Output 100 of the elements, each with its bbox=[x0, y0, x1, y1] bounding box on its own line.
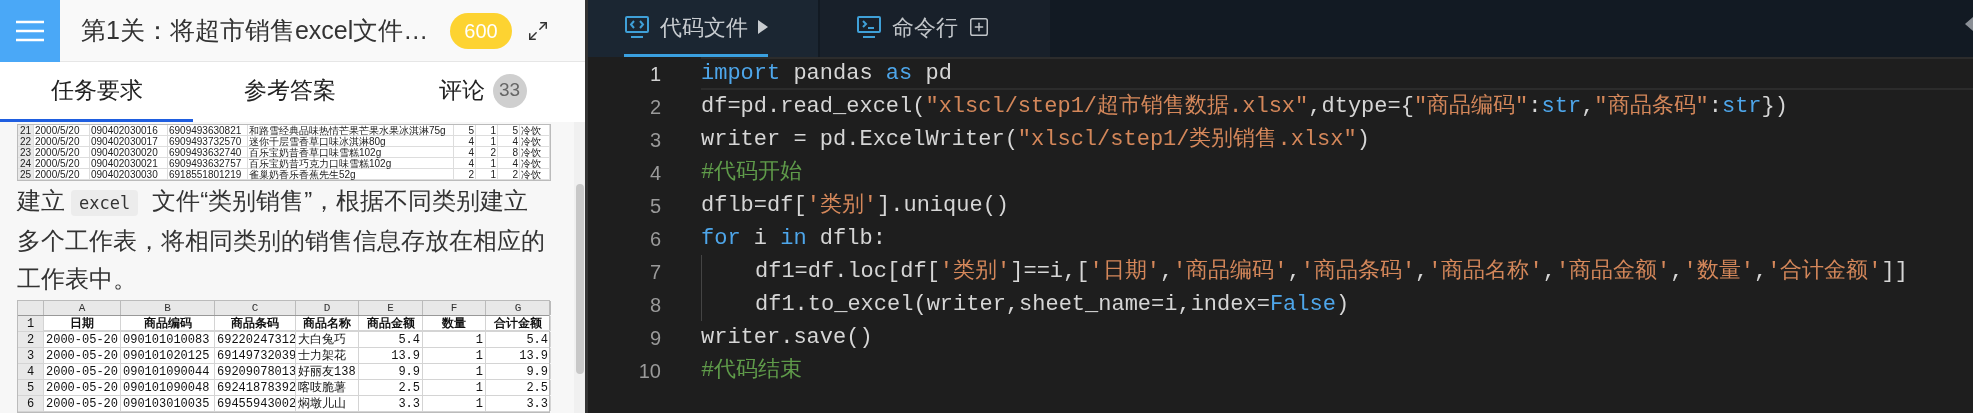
code-line: #代码开始 bbox=[701, 158, 803, 187]
sheet-cell: 1 bbox=[18, 316, 44, 331]
sheet-cell: 2000/5/20 bbox=[34, 147, 90, 157]
sheet-cell: 2000-05-20 bbox=[44, 380, 121, 395]
sheet-cell: 2000/5/20 bbox=[34, 158, 90, 168]
line-number: 9 bbox=[648, 325, 662, 351]
sheet-cell: 大白兔巧 bbox=[296, 332, 359, 347]
sheet-cell: 21 bbox=[18, 125, 34, 135]
sheet-cell: 25 bbox=[18, 169, 34, 179]
sheet-cell: 1 bbox=[476, 158, 498, 168]
column-header: D bbox=[296, 301, 359, 315]
sheet-cell: 1 bbox=[476, 125, 498, 135]
sheet-cell: 6 bbox=[18, 396, 44, 411]
sheet-cell: 22 bbox=[18, 136, 34, 146]
column-header: E bbox=[359, 301, 423, 315]
sheet-cell: 5 bbox=[454, 125, 476, 135]
sheet-cell: 百乐宝奶昔巧克力口味雪糕102g bbox=[248, 158, 454, 168]
sheet-cell: 2000-05-20 bbox=[44, 348, 121, 363]
editor-tab[interactable]: 命令行 bbox=[820, 0, 1050, 57]
sheet-cell: 冷饮 bbox=[520, 125, 550, 135]
task-description: 建立 excel 文件“类别销售”，根据不同类别建立多个工作表，将相同类别的销售信息存放在相应的工作表中。 bbox=[17, 186, 546, 294]
sheet-cell: 090101010083 bbox=[121, 332, 215, 347]
column-header: F bbox=[423, 301, 486, 315]
collapse-icon[interactable] bbox=[1965, 17, 1973, 31]
menu-icon bbox=[15, 18, 45, 43]
sheet-cell: 2 bbox=[18, 332, 44, 347]
sheet-cell: 69220247312 bbox=[215, 332, 296, 347]
line-number: 3 bbox=[648, 127, 662, 153]
sheet-cell: 3 bbox=[18, 348, 44, 363]
line-number: 4 bbox=[648, 160, 662, 186]
sheet-cell: 好丽友138 bbox=[296, 364, 359, 379]
sheet-cell: 1 bbox=[423, 396, 486, 411]
panel-tab[interactable]: 评论 33 bbox=[386, 62, 579, 122]
sheet-cell: 商品名称 bbox=[296, 316, 359, 331]
editor-tab[interactable]: 代码文件 bbox=[588, 0, 818, 57]
column-header: B bbox=[121, 301, 215, 315]
sheet-cell: 8 bbox=[498, 147, 520, 157]
sheet-cell: 2000/5/20 bbox=[34, 125, 90, 135]
sheet-cell: 9.9 bbox=[486, 364, 551, 379]
task-title: 第1关：将超市销售excel文件… bbox=[81, 14, 429, 46]
sheet-cell: 090103010035 bbox=[121, 396, 215, 411]
code-line: import pandas as pd bbox=[701, 59, 952, 88]
sheet-cell: 090402030016 bbox=[90, 125, 168, 135]
sheet-cell: 6909493632740 bbox=[168, 147, 248, 157]
sheet-cell: 69241878392 bbox=[215, 380, 296, 395]
sheet-cell: 2000/5/20 bbox=[34, 169, 90, 179]
sheet-cell: 5.4 bbox=[486, 332, 551, 347]
sheet-cell: 090402030021 bbox=[90, 158, 168, 168]
line-number: 8 bbox=[648, 292, 662, 318]
sheet-cell: 和路雪经典品味热情芒果芒果水果冰淇淋75g bbox=[248, 125, 454, 135]
sheet-cell: 6909493732570 bbox=[168, 136, 248, 146]
line-number: 10 bbox=[637, 358, 662, 384]
sheet-cell: 商品条码 bbox=[215, 316, 296, 331]
column-header: C bbox=[215, 301, 296, 315]
sheet-cell: 2000-05-20 bbox=[44, 364, 121, 379]
sheet-cell: 2000-05-20 bbox=[44, 332, 121, 347]
code-line: df1=df.loc[df['类别']==i,['日期','商品编码','商品条码','商品名称','商品金额','数量','合计金额']] bbox=[755, 257, 1908, 286]
sheet-cell: 69209078013 bbox=[215, 364, 296, 379]
sheet-cell: 9.9 bbox=[359, 364, 423, 379]
code-line: writer.save() bbox=[701, 323, 873, 352]
sheet-cell: 4 bbox=[18, 364, 44, 379]
sheet-cell: 冷饮 bbox=[520, 136, 550, 146]
code-line: for i in dflb: bbox=[701, 224, 886, 253]
sheet-cell: 冷饮 bbox=[520, 158, 550, 168]
sheet-cell: 090101020125 bbox=[121, 348, 215, 363]
sheet-cell: 商品编码 bbox=[121, 316, 215, 331]
sheet-cell: 雀巢奶香乐香蕉先生52g bbox=[248, 169, 454, 179]
sheet-cell: 090101090048 bbox=[121, 380, 215, 395]
sheet-cell: 冷饮 bbox=[520, 147, 550, 157]
code-line: writer = pd.ExcelWriter("xlscl/step1/类别销售.xlsx") bbox=[701, 125, 1370, 154]
comment-count: 33 bbox=[492, 73, 527, 108]
code-line: dflb=df['类别'].unique() bbox=[701, 191, 1010, 220]
sheet-cell: 13.9 bbox=[486, 348, 551, 363]
line-number: 5 bbox=[648, 193, 662, 219]
code-monitor-icon bbox=[624, 15, 650, 39]
sheet-cell: 2000/5/20 bbox=[34, 136, 90, 146]
sheet-cell: 2 bbox=[454, 169, 476, 179]
scrollbar[interactable] bbox=[574, 122, 585, 413]
sheet-cell: 4 bbox=[454, 136, 476, 146]
sheet-cell: 2 bbox=[498, 169, 520, 179]
column-header: G bbox=[486, 301, 551, 315]
sheet-cell: 1 bbox=[423, 364, 486, 379]
play-icon[interactable] bbox=[758, 20, 768, 34]
code-line: df=pd.read_excel("xlscl/step1/超市销售数据.xlsx",dtype={"商品编码":str,"商品条码":str}) bbox=[701, 92, 1788, 121]
add-icon[interactable] bbox=[968, 16, 990, 38]
menu-button[interactable] bbox=[0, 0, 60, 62]
sheet-cell: 6909493630821 bbox=[168, 125, 248, 135]
sheet-cell: 24 bbox=[18, 158, 34, 168]
sheet-cell: 2 bbox=[476, 147, 498, 157]
sheet-cell: 2.5 bbox=[359, 380, 423, 395]
sheet-cell: 士力架花 bbox=[296, 348, 359, 363]
sheet-cell: 4 bbox=[454, 158, 476, 168]
panel-tab[interactable]: 参考答案 bbox=[193, 62, 386, 122]
expand-icon[interactable] bbox=[526, 19, 549, 42]
sheet-cell: 6918551801219 bbox=[168, 169, 248, 179]
sheet-cell: 69455943002 bbox=[215, 396, 296, 411]
sheet-cell: 冷饮 bbox=[520, 169, 550, 179]
sheet-cell: 2.5 bbox=[486, 380, 551, 395]
line-number: 6 bbox=[648, 226, 662, 252]
sheet-cell: 数量 bbox=[423, 316, 486, 331]
